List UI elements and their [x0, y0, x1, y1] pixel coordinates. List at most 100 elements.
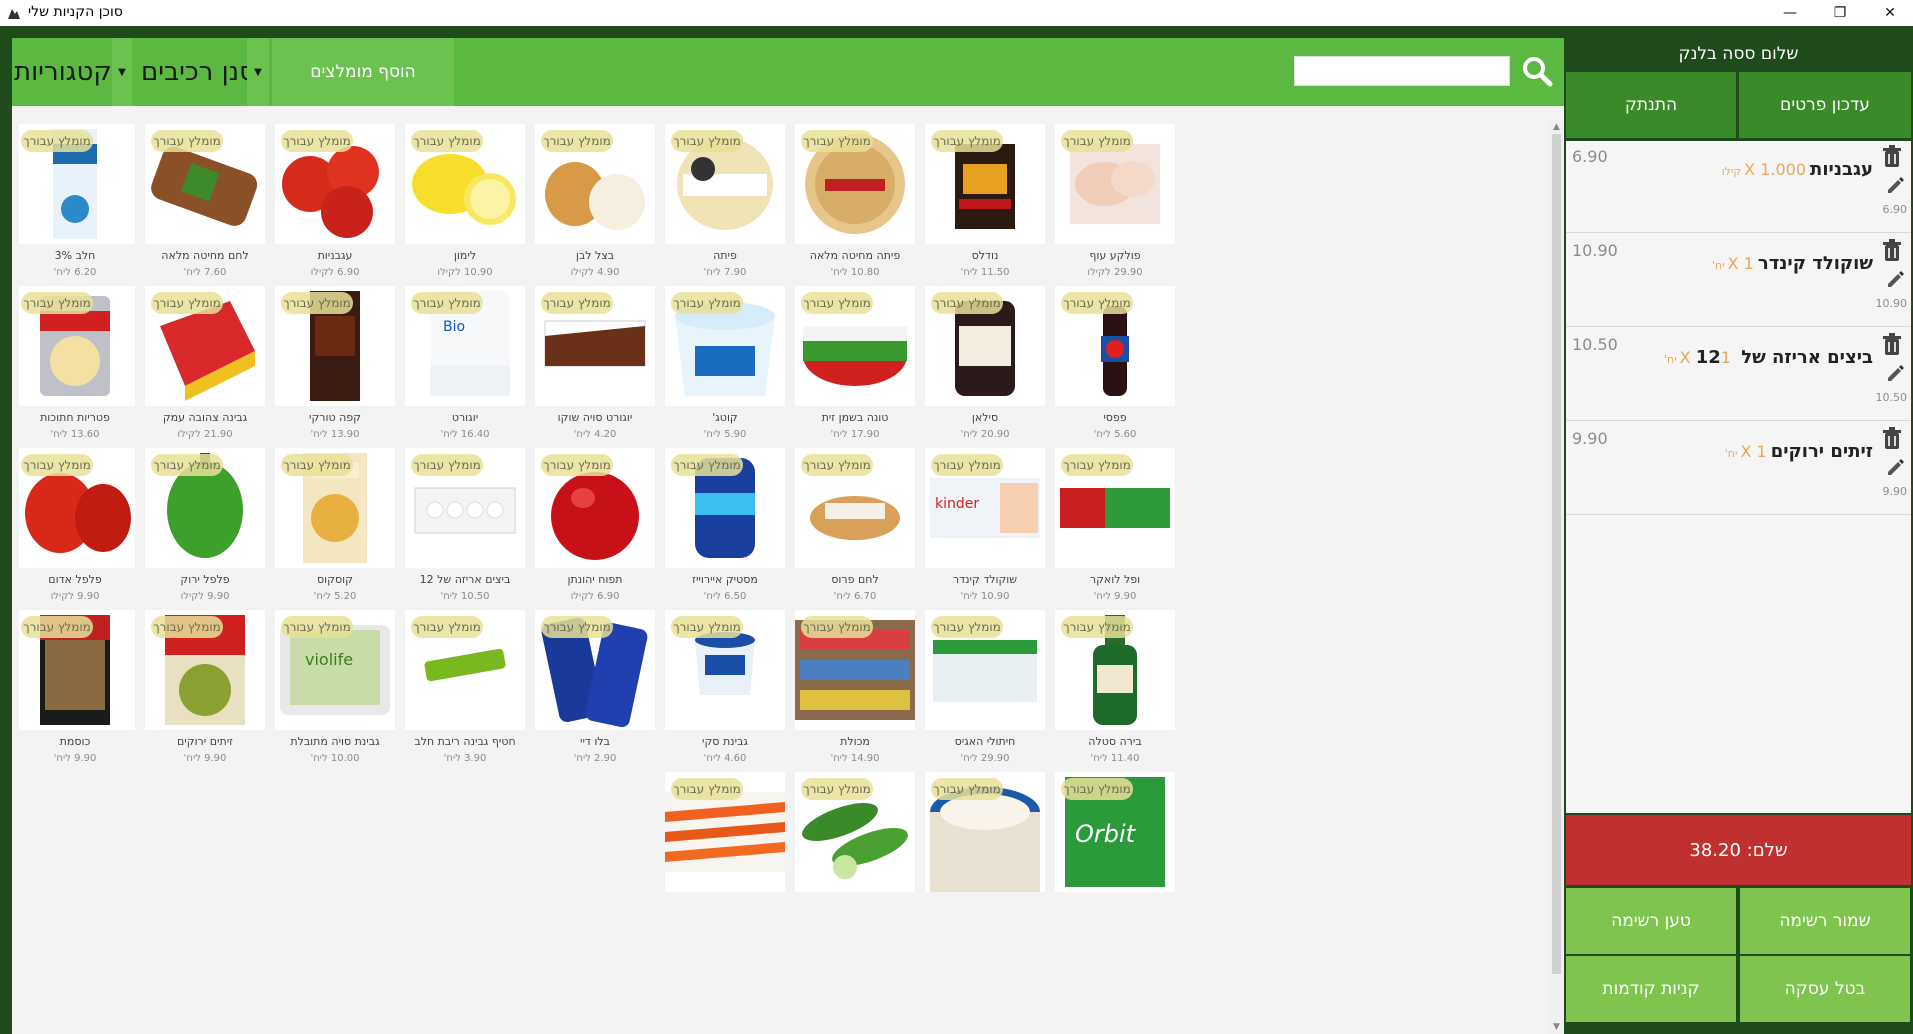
edit-icon[interactable]: [1885, 175, 1905, 195]
product-card[interactable]: מומלץ עבורך כוסמת 9.90 ליח': [19, 610, 135, 768]
search-input[interactable]: [1294, 56, 1510, 86]
cart-item-label: שוקולד קינדר1 Xיח': [1712, 253, 1873, 274]
product-card[interactable]: מומלץ עבורך לימון 10.90 לקילו: [405, 124, 525, 282]
categories-dropdown[interactable]: קטגוריות ▼: [14, 38, 132, 106]
edit-icon[interactable]: [1885, 457, 1905, 477]
product-card[interactable]: מומלץ עבורך בירה סטלה 11.40 ליח': [1055, 610, 1175, 768]
recommended-badge: מומלץ עבורך: [151, 616, 223, 638]
product-name: פטריות חתוכות: [40, 411, 110, 424]
product-card[interactable]: מומלץ עבורך ופל לואקר 9.90 ליח': [1055, 448, 1175, 606]
edit-icon[interactable]: [1885, 269, 1905, 289]
product-card[interactable]: מומלץ עבורך זיתים ירוקים 9.90 ליח': [145, 610, 265, 768]
product-card[interactable]: מומלץ עבורך בלו דיי 2.90 ליח': [535, 610, 655, 768]
cart-item-name: זיתים ירוקים: [1770, 441, 1873, 462]
product-card[interactable]: מומלץ עבורך חטיף גבינה ריבת חלב 3.90 ליח': [405, 610, 525, 768]
product-name: חיתולי האגיס: [954, 735, 1016, 748]
product-name: סילאן: [971, 411, 999, 424]
cart-item-qty: 1.000 X: [1744, 160, 1807, 179]
product-card[interactable]: מומלץ עבורך ביצים אריזה של 12 10.50 ליח': [405, 448, 525, 606]
product-card[interactable]: מומלץ עבורך פיתה 7.90 ליח': [665, 124, 785, 282]
minimize-button[interactable]: —: [1767, 0, 1813, 26]
product-name: בצל לבן: [575, 249, 615, 262]
product-card[interactable]: מומלץ עבורך קפה טורקי 13.90 ליח': [275, 286, 395, 444]
product-price: 6.50 ליח': [703, 591, 747, 602]
scrollbar[interactable]: ▲ ▼: [1549, 120, 1564, 1034]
product-name: לחם מחיטה מלאה: [161, 249, 249, 262]
product-card[interactable]: kinder מומלץ עבורך שוקולד קינדר 10.90 ליח': [925, 448, 1045, 606]
app-body: קטגוריות ▼ סנן רכיבים ▼ הוסף מומלצים מומ…: [0, 26, 1913, 1034]
product-card[interactable]: מומלץ עבורך פיתה מחיטה מלאה 10.80 ליח': [795, 124, 915, 282]
recommended-badge: מומלץ עבורך: [801, 454, 873, 476]
product-card[interactable]: מומלץ עבורך פולקע עוף 29.90 לקילו: [1055, 124, 1175, 282]
product-card[interactable]: מומלץ עבורך: [665, 772, 785, 930]
scroll-down-icon[interactable]: ▼: [1549, 1020, 1564, 1034]
cart-item[interactable]: 10.50 ביצים אריזה של 121 Xיח' 10.50: [1566, 329, 1911, 421]
product-card[interactable]: מומלץ עבורך פפסי 5.60 ליח': [1055, 286, 1175, 444]
product-price: 7.90 ליח': [703, 267, 747, 278]
search-icon[interactable]: [1520, 54, 1554, 88]
product-card[interactable]: מומלץ עבורך תפוח יהונתן 6.90 לקילו: [535, 448, 655, 606]
product-card[interactable]: מומלץ עבורך יוגורט סויה שוקו 4.20 ליח': [535, 286, 655, 444]
product-card[interactable]: מומלץ עבורך חיתולי האגיס 29.90 ליח': [925, 610, 1045, 768]
product-card[interactable]: מומלץ עבורך חלב 3% 6.20 ליח': [19, 124, 135, 282]
recommended-badge: מומלץ עבורך: [541, 292, 613, 314]
product-card[interactable]: מומלץ עבורך: [925, 772, 1045, 930]
cart-item[interactable]: 6.90 עגבניות1.000 Xקילו 6.90: [1566, 141, 1911, 233]
pay-total[interactable]: שלם: 38.20: [1566, 815, 1911, 885]
product-name: כוסמת: [59, 735, 91, 748]
product-card[interactable]: מומלץ עבורך גבינת סקי 4.60 ליח': [665, 610, 785, 768]
product-price: 9.90 לקילו: [50, 591, 100, 602]
cart-item-name: עגבניות: [1810, 159, 1873, 180]
trash-icon[interactable]: [1879, 425, 1905, 451]
cart-item[interactable]: 10.90 שוקולד קינדר1 Xיח' 10.90: [1566, 235, 1911, 327]
product-card[interactable]: מומלץ עבורך עגבניות 6.90 לקילו: [275, 124, 395, 282]
recommended-badge: מומלץ עבורך: [931, 292, 1003, 314]
cart-item-label: זיתים ירוקים1 Xיח': [1725, 441, 1873, 462]
product-name: חטיף גבינה ריבת חלב: [414, 735, 516, 748]
product-name: פפסי: [1103, 411, 1127, 424]
product-card[interactable]: מומלץ עבורך קוטג' 5.90 ליח': [665, 286, 785, 444]
trash-icon[interactable]: [1879, 237, 1905, 263]
cart-item[interactable]: 9.90 זיתים ירוקים1 Xיח' 9.90: [1566, 423, 1911, 515]
product-price: 6.70 ליח': [833, 591, 877, 602]
update-details-button[interactable]: עדכון פרטים: [1739, 72, 1911, 138]
product-card[interactable]: מומלץ עבורך מכולת 14.90 ליח': [795, 610, 915, 768]
product-card[interactable]: מומלץ עבורך פטריות חתוכות 13.60 ליח': [19, 286, 135, 444]
product-card[interactable]: מומלץ עבורך קוסקוס 5.20 ליח': [275, 448, 395, 606]
recommended-badge: מומלץ עבורך: [21, 292, 93, 314]
scroll-up-icon[interactable]: ▲: [1549, 120, 1564, 134]
product-card[interactable]: מומלץ עבורך מסטיק איירוייז 6.50 ליח': [665, 448, 785, 606]
add-recommended-button[interactable]: הוסף מומלצים: [272, 38, 454, 106]
product-card[interactable]: מומלץ עבורך בצל לבן 4.90 לקילו: [535, 124, 655, 282]
previous-purchases-button[interactable]: קניות קודמות: [1566, 956, 1736, 1022]
product-card[interactable]: violife מומלץ עבורך גבינת סויה מתובלת 10.00…: [275, 610, 395, 768]
product-card[interactable]: מומלץ עבורך לחם פרוס 6.70 ליח': [795, 448, 915, 606]
product-name: גבינת סקי: [702, 735, 748, 748]
product-card[interactable]: מומלץ עבורך פלפל אדום 9.90 לקילו: [19, 448, 135, 606]
product-card[interactable]: מומלץ עבורך נודלס 11.50 ליח': [925, 124, 1045, 282]
product-card[interactable]: Orbit מומלץ עבורך: [1055, 772, 1175, 930]
close-button[interactable]: ✕: [1867, 0, 1913, 26]
product-price: 29.90 ליח': [960, 753, 1010, 764]
cancel-transaction-button[interactable]: בטל עסקה: [1740, 956, 1910, 1022]
logout-button[interactable]: התנתק: [1566, 72, 1736, 138]
load-list-button[interactable]: טען רשימה: [1566, 888, 1736, 954]
product-card[interactable]: מומלץ עבורך פלפל ירוק 9.90 לקילו: [145, 448, 265, 606]
save-list-button[interactable]: שמור רשימה: [1740, 888, 1910, 954]
product-card[interactable]: מומלץ עבורך: [795, 772, 915, 930]
product-price: 13.90 ליח': [310, 429, 360, 440]
trash-icon[interactable]: [1879, 331, 1905, 357]
product-card[interactable]: מומלץ עבורך גבינה צהובה עמק 21.90 לקילו: [145, 286, 265, 444]
edit-icon[interactable]: [1885, 363, 1905, 383]
scrollbar-thumb[interactable]: [1552, 134, 1561, 974]
product-card[interactable]: Bio מומלץ עבורך יוגורט 16.40 ליח': [405, 286, 525, 444]
maximize-button[interactable]: ❐: [1817, 0, 1863, 26]
product-name: שוקולד קינדר: [952, 573, 1018, 586]
trash-icon[interactable]: [1879, 143, 1905, 169]
product-card[interactable]: מומלץ עבורך טונה בשמן זית 17.90 ליח': [795, 286, 915, 444]
filter-dropdown[interactable]: סנן רכיבים ▼: [135, 38, 269, 106]
product-card[interactable]: מומלץ עבורך לחם מחיטה מלאה 7.60 ליח': [145, 124, 265, 282]
recommended-badge: מומלץ עבורך: [541, 616, 613, 638]
cart-item-total: 10.90: [1875, 297, 1908, 310]
product-card[interactable]: מומלץ עבורך סילאן 20.90 ליח': [925, 286, 1045, 444]
